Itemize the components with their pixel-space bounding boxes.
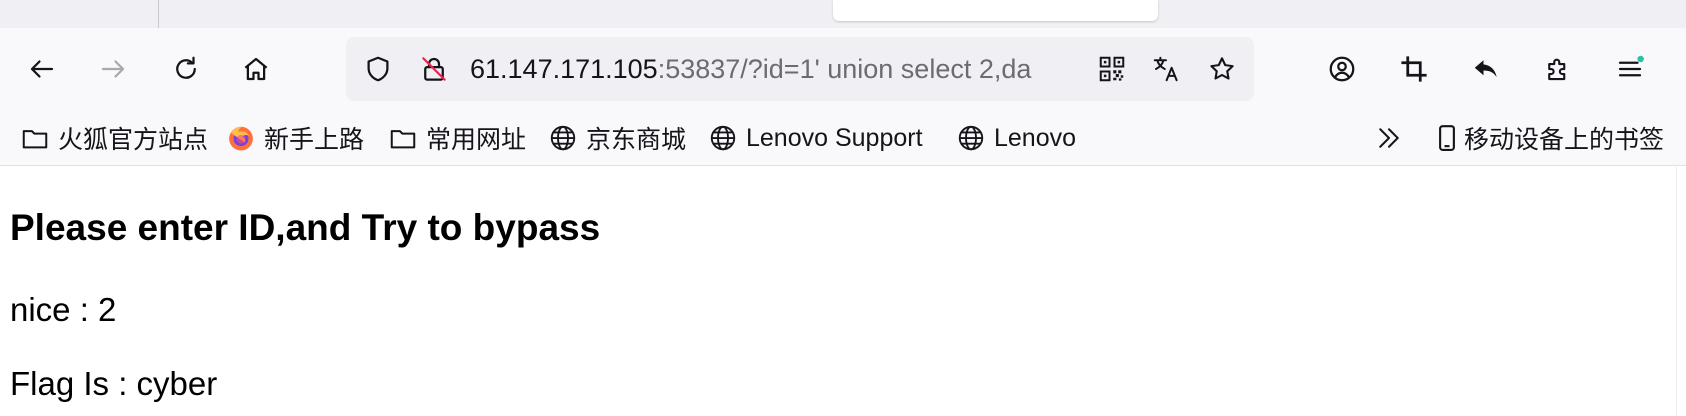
bookmark-item[interactable]: 京东商城: [548, 118, 686, 158]
result-line: nice : 2: [10, 291, 117, 328]
navigation-toolbar: 61.147.171.105:53837/?id=1' union select…: [0, 28, 1686, 110]
translate-icon: [1153, 56, 1178, 82]
bookmark-label: Lenovo Support: [746, 123, 923, 152]
tab-strip: [0, 0, 1686, 28]
app-menu-button[interactable]: [1606, 45, 1654, 93]
url-path: :53837/?id=1' union select 2,da: [657, 54, 1032, 84]
shield-icon: [367, 56, 389, 82]
tab-divider: [158, 0, 159, 28]
page-title: Please enter ID,and Try to bypass: [10, 207, 601, 248]
home-button[interactable]: [232, 45, 280, 93]
screenshot-button[interactable]: [1390, 45, 1438, 93]
puzzle-icon: [1548, 58, 1566, 81]
url-text[interactable]: 61.147.171.105:53837/?id=1' union select…: [470, 51, 1130, 87]
insecure-connection-button[interactable]: [414, 49, 454, 89]
bookmark-label: 火狐官方站点: [58, 126, 209, 154]
bookmark-item[interactable]: 火狐官方站点: [20, 118, 208, 158]
globe-icon: [550, 125, 576, 151]
account-button[interactable]: [1318, 45, 1366, 93]
chevron-double-right-icon: [1379, 128, 1399, 148]
bookmarks-overflow-button[interactable]: [1374, 118, 1404, 158]
bookmark-label: 常用网址: [426, 126, 527, 154]
folder-icon: [390, 130, 416, 149]
folder-icon: [22, 130, 48, 149]
bookmark-item[interactable]: Lenovo Support: [708, 118, 923, 158]
tracking-protection-button[interactable]: [358, 49, 398, 89]
forward-button[interactable]: [89, 45, 137, 93]
arrow-right-icon: [101, 60, 125, 78]
mobile-icon: [1439, 125, 1455, 151]
broken-lock-icon: [422, 57, 446, 81]
bookmark-label: 京东商城: [586, 126, 687, 154]
bookmark-label: Lenovo: [994, 123, 1077, 152]
mobile-bookmarks-label: 移动设备上的书签: [1464, 126, 1665, 154]
star-icon: [1210, 57, 1234, 80]
account-icon: [1329, 56, 1355, 82]
bookmark-item[interactable]: 新手上路: [226, 118, 364, 158]
reload-icon: [176, 56, 196, 79]
globe-icon: [710, 125, 736, 151]
firefox-icon: [229, 126, 253, 151]
globe-icon: [958, 125, 984, 151]
url-bar[interactable]: 61.147.171.105:53837/?id=1' union select…: [346, 37, 1254, 101]
bookmark-item[interactable]: Lenovo: [956, 118, 1076, 158]
flag-line: Flag Is : cyber: [10, 365, 218, 402]
reload-button[interactable]: [162, 45, 210, 93]
crop-icon: [1401, 56, 1427, 82]
translate-button[interactable]: [1146, 49, 1186, 89]
undo-button[interactable]: [1462, 45, 1510, 93]
bookmark-item[interactable]: 常用网址: [388, 118, 526, 158]
qr-code-button[interactable]: [1092, 49, 1132, 89]
url-host: 61.147.171.105: [470, 54, 658, 84]
page-content: Please enter ID,and Try to bypass nice :…: [0, 167, 1686, 416]
bookmarks-toolbar: 火狐官方站点 新手上路 常用网址 京东商城 Lenovo Support Len…: [0, 110, 1686, 166]
hamburger-menu-icon: [1618, 55, 1644, 77]
undo-arrow-icon: [1474, 60, 1497, 78]
back-button[interactable]: [18, 45, 66, 93]
active-tab[interactable]: [833, 0, 1158, 21]
extensions-button[interactable]: [1534, 45, 1582, 93]
arrow-left-icon: [30, 60, 54, 78]
scrollbar[interactable]: [1676, 167, 1686, 416]
mobile-bookmarks-item[interactable]: 移动设备上的书签: [1432, 118, 1664, 158]
bookmark-star-button[interactable]: [1202, 49, 1242, 89]
bookmark-label: 新手上路: [264, 126, 365, 154]
home-icon: [244, 57, 268, 81]
qr-code-icon: [1099, 56, 1125, 82]
